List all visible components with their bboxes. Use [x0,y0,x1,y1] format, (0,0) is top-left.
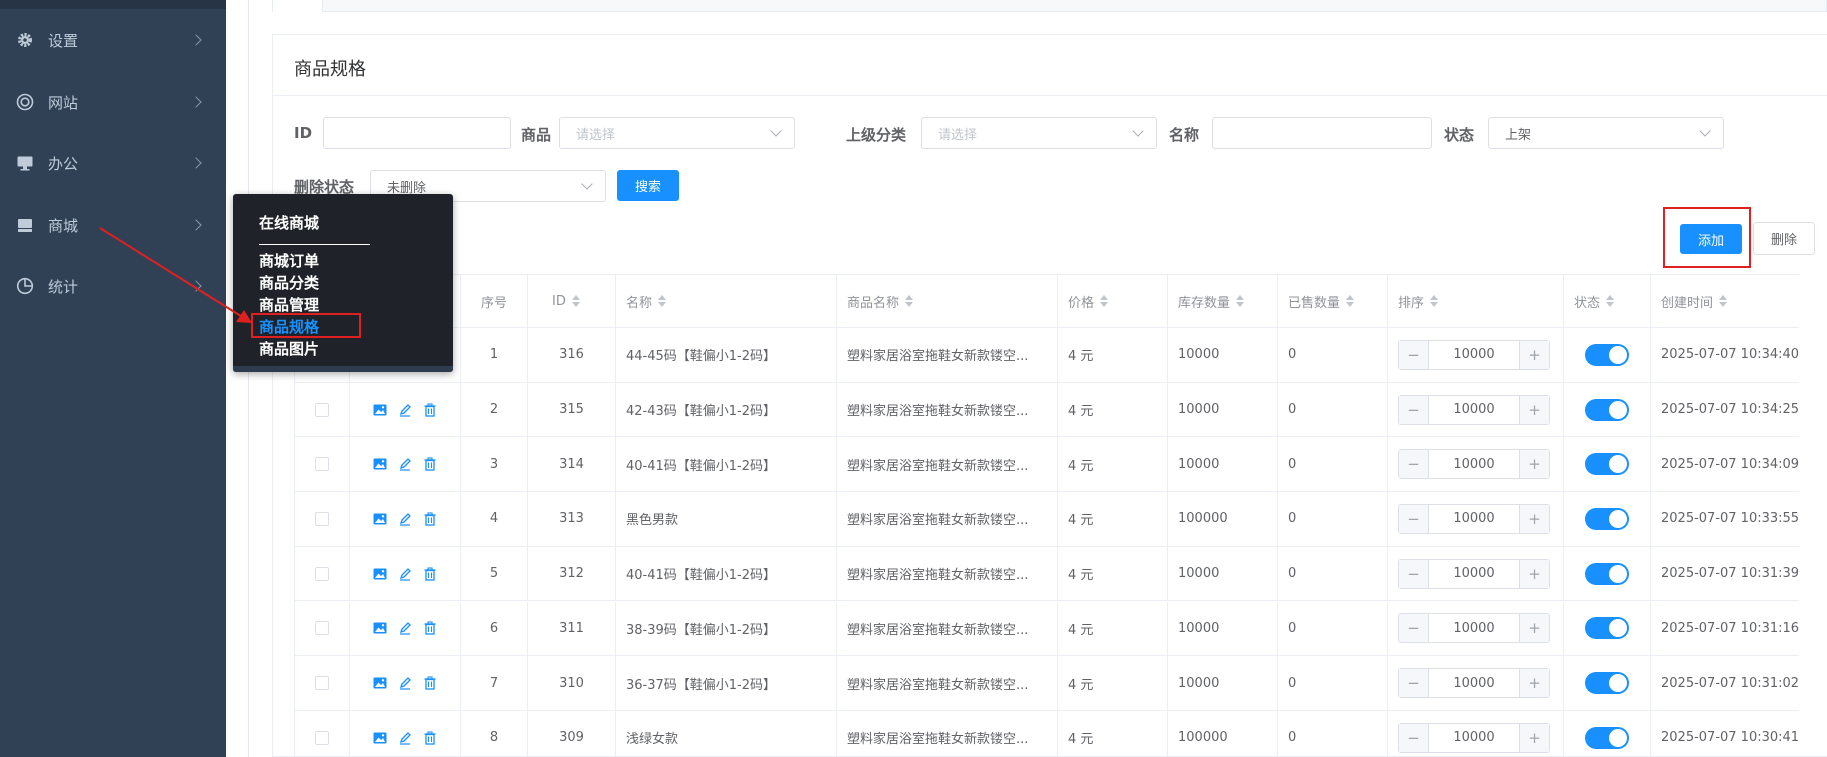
annotation-arrow [99,227,252,323]
